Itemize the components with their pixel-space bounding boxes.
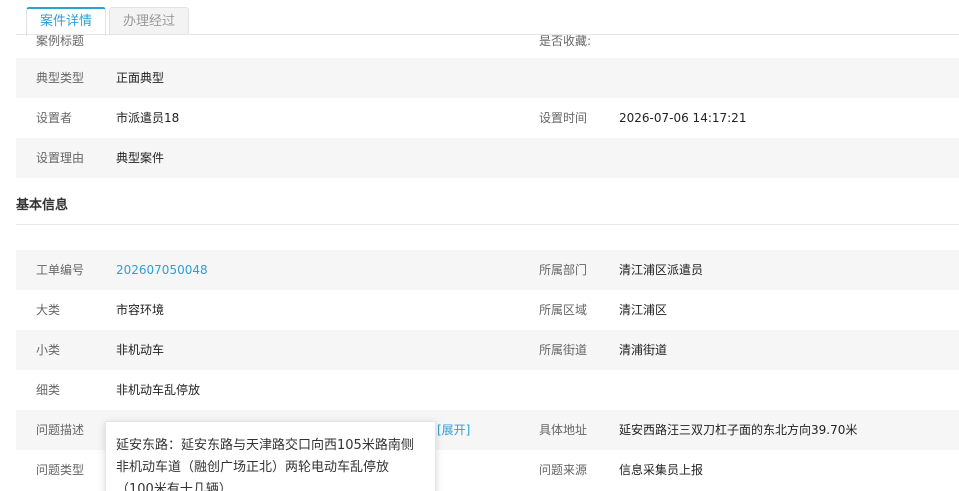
field-value: 非机动车 xyxy=(116,343,165,357)
table-row: 细类 非机动车乱停放 xyxy=(16,370,959,410)
tab-case-details[interactable]: 案件详情 xyxy=(26,7,107,36)
table-row: 大类 市容环境 所属区域 清江浦区 xyxy=(16,290,959,330)
work-order-number-link[interactable]: 202607050048 xyxy=(116,250,208,290)
field-label: 大类 xyxy=(36,303,61,317)
table-row: 设置者 市派遣员18 设置时间 2026-07-06 14:17:21 xyxy=(16,98,959,138)
tab-bar: 案件详情 办理经过 xyxy=(26,7,190,36)
field-label: 设置时间 xyxy=(539,111,588,125)
field-label: 具体地址 xyxy=(539,423,588,437)
field-value: 延安西路汪三双刀杠子面的东北方向39.70米 xyxy=(619,423,858,437)
field-value: 市派遣员18 xyxy=(116,111,180,125)
table-row: 小类 非机动车 所属街道 清浦街道 xyxy=(16,330,959,370)
field-label: 案例标题 xyxy=(36,35,85,47)
table-row: 典型类型 正面典型 xyxy=(16,58,959,98)
field-value: 清浦街道 xyxy=(619,343,668,357)
field-value: 清江浦区派遣员 xyxy=(619,263,704,277)
field-label: 问题类型 xyxy=(36,463,85,477)
field-label: 细类 xyxy=(36,383,61,397)
section-divider xyxy=(16,224,959,225)
table-row: 案例标题 是否收藏: xyxy=(16,35,959,47)
field-value: 信息采集员上报 xyxy=(619,463,704,477)
field-label: 问题来源 xyxy=(539,463,588,477)
section-title-basic-info: 基本信息 xyxy=(16,198,69,213)
description-tooltip: 延安东路：延安东路与天津路交口向西105米路南侧非机动车道（融创广场正北）两轮电… xyxy=(105,421,436,491)
field-label: 小类 xyxy=(36,343,61,357)
field-label: 所属部门 xyxy=(539,263,588,277)
table-row: 设置理由 典型案件 xyxy=(16,138,959,178)
field-label: 所属街道 xyxy=(539,343,588,357)
field-value: 典型案件 xyxy=(116,151,165,165)
field-label: 是否收藏: xyxy=(539,35,592,47)
field-label: 设置理由 xyxy=(36,151,85,165)
field-value: 正面典型 xyxy=(116,71,165,85)
field-value: 清江浦区 xyxy=(619,303,668,317)
field-label: 所属区域 xyxy=(539,303,588,317)
field-value: 非机动车乱停放 xyxy=(116,383,201,397)
field-label: 工单编号 xyxy=(36,263,85,277)
table-row: 工单编号 202607050048 所属部门 清江浦区派遣员 xyxy=(16,250,959,290)
field-label: 典型类型 xyxy=(36,71,85,85)
field-value: 市容环境 xyxy=(116,303,165,317)
expand-description-link[interactable]: [展开] xyxy=(437,410,470,450)
field-value: 2026-07-06 14:17:21 xyxy=(619,111,747,125)
field-label: 设置者 xyxy=(36,111,73,125)
tab-process-history[interactable]: 办理经过 xyxy=(109,7,190,35)
field-label: 问题描述 xyxy=(36,423,85,437)
